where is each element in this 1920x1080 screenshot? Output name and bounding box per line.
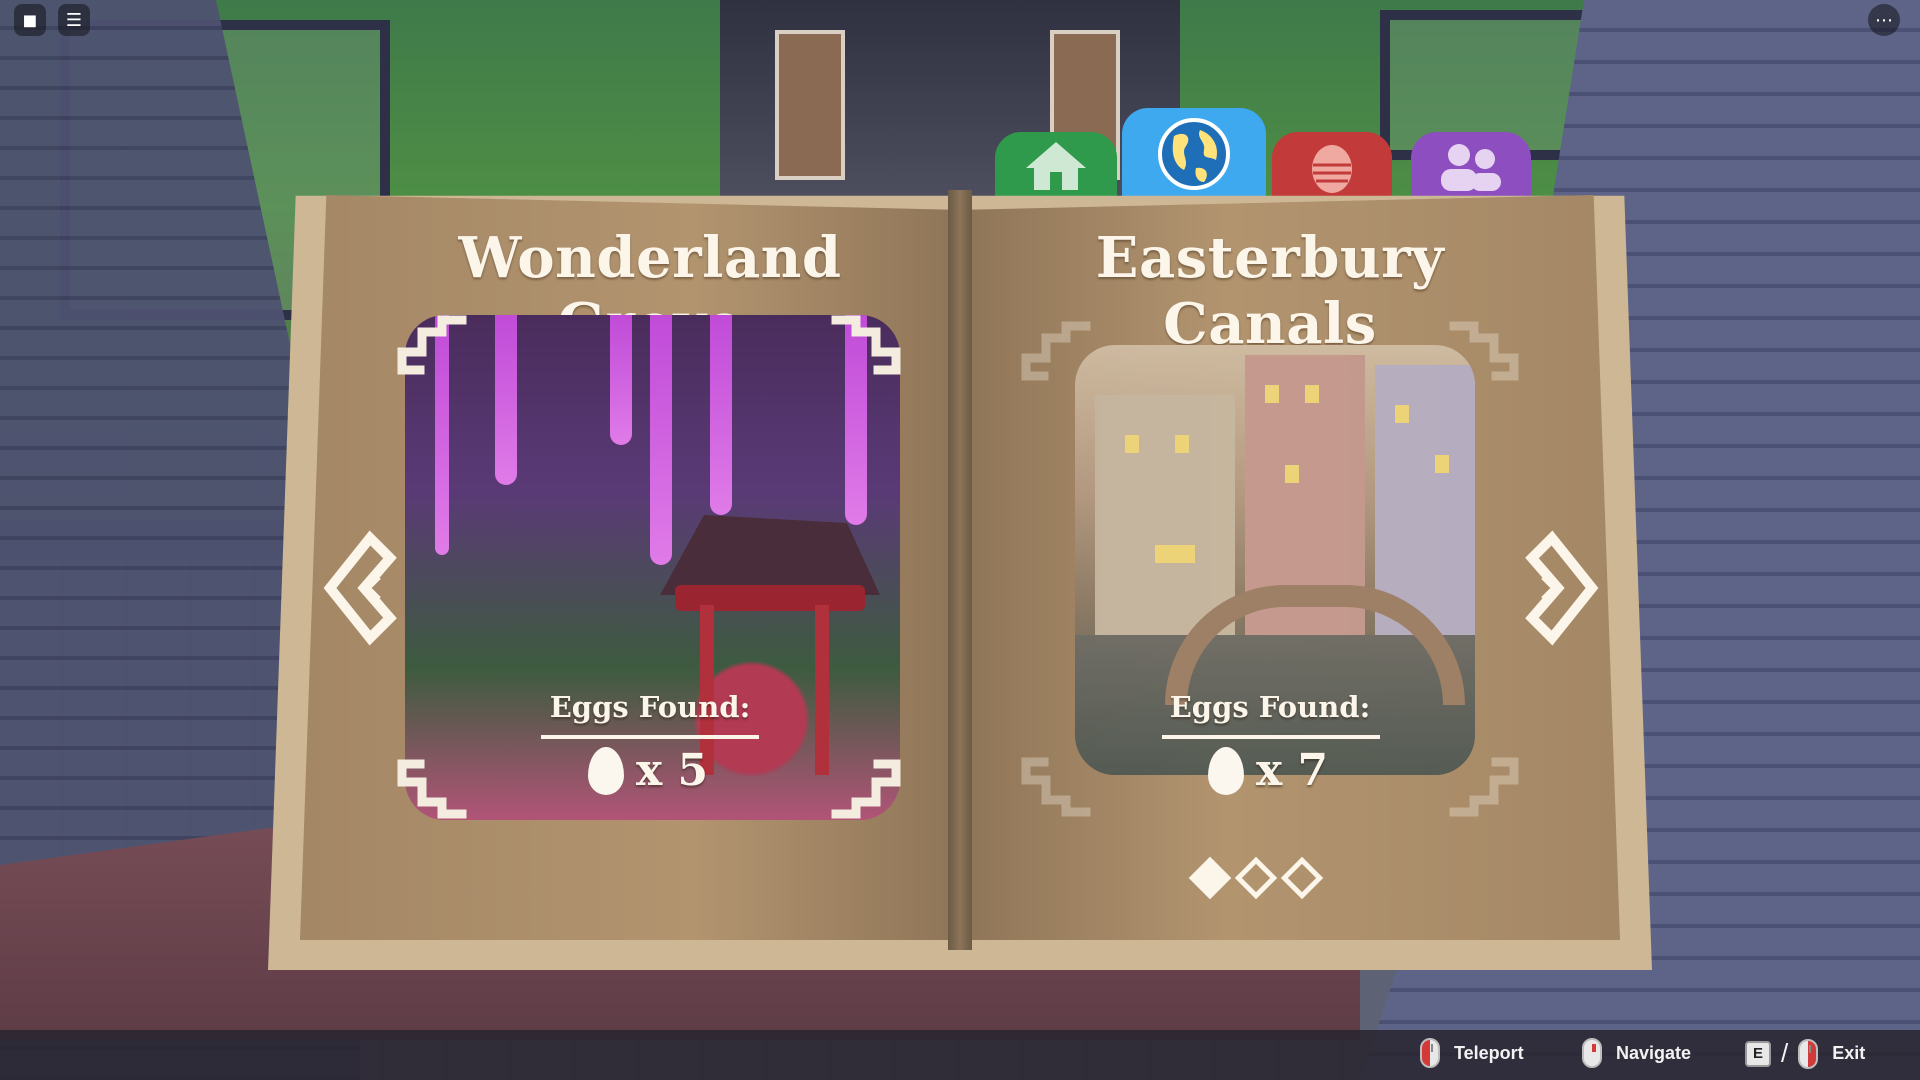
left-click-mouse-icon xyxy=(1420,1038,1440,1068)
e-key-icon: E xyxy=(1745,1040,1771,1067)
corner-ornament xyxy=(826,312,906,392)
shrine-roof xyxy=(660,515,880,595)
chat-icon: ☰ xyxy=(65,9,83,31)
page-dot-3[interactable] xyxy=(1280,856,1324,900)
crystal-drip xyxy=(495,315,517,485)
corner-ornament xyxy=(826,742,906,822)
exit-separator: / xyxy=(1781,1038,1789,1068)
navigate-hint-label: Navigate xyxy=(1616,1042,1692,1063)
roblox-menu-button[interactable]: ◼ xyxy=(14,4,46,36)
exit-hint: E / Exit xyxy=(1745,1038,1865,1069)
crystal-drip xyxy=(650,315,672,565)
ellipsis-icon: ⋯ xyxy=(1875,9,1893,31)
previous-page-arrow-icon[interactable] xyxy=(320,528,410,648)
tab-eggs[interactable] xyxy=(1272,132,1392,200)
chat-button[interactable]: ☰ xyxy=(58,4,90,36)
left-eggs-count: x 5 xyxy=(588,745,708,796)
corner-ornament xyxy=(392,742,472,822)
right-eggs-count: x 7 xyxy=(1208,745,1328,796)
roblox-logo-icon: ◼ xyxy=(22,9,38,31)
corner-ornament xyxy=(1016,318,1096,398)
egg-icon xyxy=(1312,145,1352,193)
corner-ornament xyxy=(1016,740,1096,820)
corner-ornament xyxy=(1444,318,1524,398)
page-dot-1[interactable] xyxy=(1188,856,1232,900)
tab-friends[interactable] xyxy=(1411,132,1531,200)
crystal-drip xyxy=(710,315,732,515)
page-dot-2[interactable] xyxy=(1234,856,1278,900)
left-eggs-count-value: x 5 xyxy=(636,745,709,796)
tab-world[interactable] xyxy=(1122,108,1266,200)
right-eggs-found-label: Eggs Found: xyxy=(1169,690,1371,724)
more-options-button[interactable]: ⋯ xyxy=(1868,4,1900,36)
corner-ornament xyxy=(1444,740,1524,820)
navigate-hint: Navigate xyxy=(1582,1038,1691,1068)
house-icon xyxy=(1026,142,1086,190)
corner-ornament xyxy=(392,312,472,392)
tab-home[interactable] xyxy=(995,132,1117,200)
left-eggs-found-label: Eggs Found: xyxy=(549,690,751,724)
left-eggs-divider xyxy=(541,735,759,739)
teleport-hint-label: Teleport xyxy=(1454,1042,1524,1063)
door-left xyxy=(775,30,845,180)
teleport-hint: Teleport xyxy=(1420,1038,1524,1068)
page-indicator xyxy=(1188,856,1324,900)
egg-icon xyxy=(588,746,624,795)
scroll-wheel-mouse-icon xyxy=(1582,1038,1602,1068)
people-icon xyxy=(1441,144,1501,191)
globe-icon xyxy=(1158,118,1230,190)
book-spine xyxy=(948,190,972,950)
next-page-arrow-icon[interactable] xyxy=(1512,528,1602,648)
right-eggs-divider xyxy=(1162,735,1380,739)
exit-hint-label: Exit xyxy=(1832,1043,1866,1063)
crystal-drip xyxy=(610,315,632,445)
right-eggs-count-value: x 7 xyxy=(1256,745,1329,796)
right-click-mouse-icon xyxy=(1798,1038,1819,1069)
egg-icon xyxy=(1208,746,1244,795)
